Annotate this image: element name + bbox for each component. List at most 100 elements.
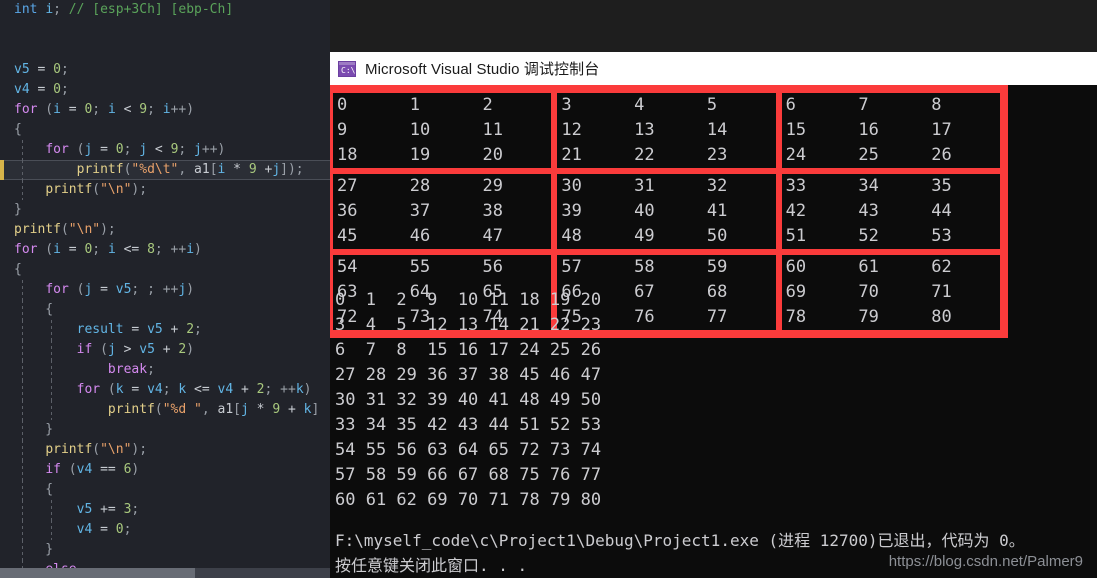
grid-cell: 2	[482, 95, 493, 115]
grid-cell: 42	[785, 201, 807, 221]
code-line: break;	[0, 360, 330, 380]
grid-cell: 49	[634, 226, 655, 246]
code-token: i	[186, 242, 195, 257]
code-token: printf	[76, 162, 124, 177]
grid-block-row: 6 7 8	[782, 93, 1000, 118]
grid-cell: 17	[931, 120, 952, 140]
code-line: int i; // [esp+3Ch] [ebp-Ch]	[0, 0, 330, 20]
code-token: =	[123, 382, 148, 397]
grid-cell: 9	[337, 120, 348, 140]
grid-block-row: 27 28 29	[333, 174, 551, 199]
grid-cell: 25	[858, 145, 879, 165]
code-horizontal-scrollbar[interactable]	[0, 568, 330, 578]
code-token: for	[76, 382, 101, 397]
grid-block-row: 24 25 26	[782, 143, 1000, 168]
code-token: break	[107, 362, 148, 377]
grid-block-row: 39 40 41	[557, 199, 775, 224]
grid-cell: 4	[634, 95, 645, 115]
grid-cell: 13	[634, 120, 655, 140]
indent-guide	[22, 540, 23, 560]
listing-row: 60 61 62 69 70 71 78 79 80	[335, 490, 602, 510]
grid-cell: 53	[931, 226, 952, 246]
code-token: i	[107, 102, 116, 117]
grid-cell: 16	[858, 120, 879, 140]
grid-cell: 21	[561, 145, 582, 165]
code-token: i	[53, 102, 61, 117]
grid-cell: 15	[785, 120, 807, 140]
code-token: ;	[147, 362, 155, 377]
code-token: "\n"	[100, 442, 132, 457]
code-token: result	[76, 322, 124, 337]
code-token: 9	[139, 102, 148, 117]
grid-cell: 36	[337, 201, 358, 221]
code-line: printf("\n");	[0, 220, 330, 240]
code-token: i	[162, 102, 171, 117]
code-token: if	[76, 342, 93, 357]
console-title: Microsoft Visual Studio 调试控制台	[365, 61, 600, 78]
grid-cell: 45	[337, 226, 358, 246]
console-output-area[interactable]: 0 1 2 9 10 11 18 19 20 3 4 5 12 13 14 21 22 23 6 7 8 15 16 17 24…	[330, 85, 1097, 578]
code-token: ;	[123, 522, 132, 537]
code-token: >	[115, 342, 140, 357]
code-token: 2	[186, 322, 195, 337]
code-token: for	[45, 282, 69, 297]
code-token: )	[186, 282, 195, 297]
code-token: // [esp+3Ch] [ebp-Ch]	[68, 2, 234, 17]
grid-cell: 35	[931, 176, 952, 196]
code-token: v5	[115, 282, 132, 297]
code-token: 0	[115, 522, 124, 537]
code-line: for (j = 0; j < 9; j++)	[0, 140, 330, 160]
grid-cell: 28	[409, 176, 431, 196]
code-line: v5 = 0;	[0, 60, 330, 80]
grid-cell: 30	[561, 176, 582, 196]
code-editor-pane[interactable]: int i; // [esp+3Ch] [ebp-Ch] v5 = 0; v4 = …	[0, 0, 330, 578]
code-token: {	[14, 482, 54, 497]
code-token: );	[131, 182, 148, 197]
code-horizontal-scrollbar-thumb[interactable]	[0, 568, 195, 578]
indent-guide	[51, 520, 52, 540]
console-window[interactable]: C:\ Microsoft Visual Studio 调试控制台 0 1 2 9 10…	[330, 52, 1097, 578]
console-titlebar[interactable]: C:\ Microsoft Visual Studio 调试控制台	[330, 52, 1097, 85]
grid-block-row: 18 19 20	[333, 143, 551, 168]
grid-cell: 14	[706, 120, 728, 140]
code-token: ;	[92, 242, 108, 257]
grid-block-row: 12 13 14	[557, 118, 775, 143]
indent-guide	[22, 420, 23, 440]
grid-block: 3 4 5 12 13 14 21 22 23	[554, 90, 779, 171]
code-token: );	[131, 442, 148, 457]
code-token: (	[68, 282, 85, 297]
grid-block-row: 15 16 17	[782, 118, 1000, 143]
code-token: ;	[92, 102, 108, 117]
listing-row: 33 34 35 42 43 44 51 52 53	[335, 415, 602, 435]
code-token: ;	[60, 62, 69, 77]
indent-guide	[51, 320, 52, 340]
current-line-marker	[0, 160, 4, 180]
code-token: +	[154, 342, 179, 357]
code-token: ]);	[280, 162, 304, 177]
code-token: if	[45, 462, 61, 477]
listing-row: 0 1 2 9 10 11 18 19 20	[335, 290, 602, 310]
grid-block-row: 30 31 32	[557, 174, 775, 199]
code-line: result = v5 + 2;	[0, 320, 330, 340]
grid-cell: 39	[561, 201, 582, 221]
code-token: }	[14, 542, 54, 557]
code-token: ==	[92, 462, 124, 477]
code-token: 0	[115, 142, 124, 157]
code-token: ++)	[201, 142, 226, 157]
grid-block-row: 33 34 35	[782, 174, 1000, 199]
code-token: ;	[147, 102, 163, 117]
code-line: }	[0, 540, 330, 560]
indent-guide	[22, 520, 23, 540]
grid-block: 27 28 29 36 37 38 45 46 47	[330, 171, 555, 252]
code-token: )	[186, 342, 195, 357]
listing-row: 54 55 56 63 64 65 72 73 74	[335, 440, 602, 460]
indent-guide	[22, 160, 23, 180]
svg-text:C:\: C:\	[341, 66, 356, 75]
grid-block: 6 7 8 15 16 17 24 25 26	[778, 90, 1003, 171]
indent-guide	[22, 140, 23, 160]
grid-cell: 58	[634, 257, 655, 277]
